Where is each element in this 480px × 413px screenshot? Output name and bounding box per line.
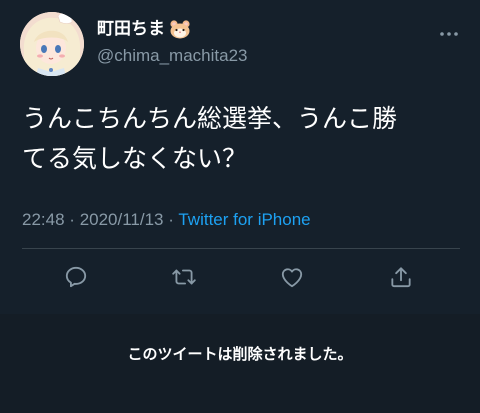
user-handle[interactable]: @chima_machita23: [97, 45, 248, 67]
heart-icon: [281, 268, 303, 288]
avatar[interactable]: [20, 12, 84, 76]
deleted-message: このツイートは削除されました。: [127, 345, 353, 363]
reply-icon: [65, 266, 87, 288]
hamster-icon: [169, 19, 191, 39]
deleted-tweet-banner: このツイートは削除されました。: [0, 314, 480, 413]
like-button[interactable]: [277, 262, 307, 292]
more-options-icon[interactable]: [438, 24, 460, 36]
avatar-image: [20, 12, 84, 76]
reply-button[interactable]: [61, 262, 91, 292]
retweet-button[interactable]: [169, 262, 199, 292]
tweet-date[interactable]: 2020/11/13: [80, 210, 164, 229]
tweet-text: うんこちんちん総選挙、うんこ勝 てる気しなくない？: [22, 104, 398, 173]
tweet-time[interactable]: 22:48: [22, 210, 65, 229]
display-name[interactable]: 町田ちま: [97, 18, 165, 40]
tweet-source-link[interactable]: Twitter for iPhone: [178, 210, 310, 229]
share-icon: [391, 267, 411, 288]
action-bar: [0, 262, 480, 294]
tweet-card: 町田ちま @chima_machita23 うんこちんちん総選挙、うんこ勝 てる…: [0, 0, 480, 314]
divider: [22, 248, 460, 249]
meta-separator: ·: [69, 210, 75, 229]
display-name-row[interactable]: 町田ちま: [97, 18, 191, 40]
tweet-metadata: 22:48 · 2020/11/13 · Twitter for iPhone: [22, 208, 311, 232]
share-button[interactable]: [386, 262, 416, 292]
meta-separator: ·: [168, 210, 174, 229]
retweet-icon: [172, 269, 196, 285]
